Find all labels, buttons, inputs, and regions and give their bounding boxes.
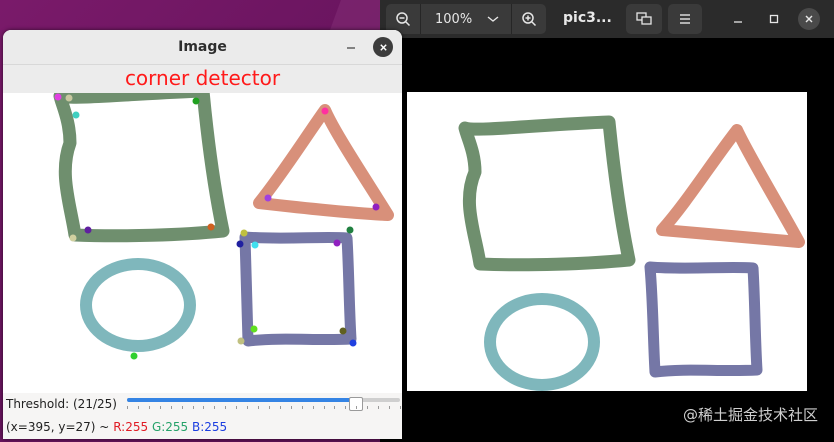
corner-point bbox=[251, 241, 259, 249]
maximize-icon bbox=[769, 14, 779, 24]
zoom-in-button[interactable] bbox=[512, 4, 546, 34]
corner-point bbox=[72, 111, 80, 119]
trackbar-tick bbox=[302, 406, 303, 409]
shapes-drawing bbox=[458, 115, 805, 391]
banner-text: corner detector bbox=[124, 66, 281, 90]
minimize-button[interactable] bbox=[727, 8, 749, 30]
corner-point bbox=[236, 240, 244, 248]
trackbar-tick bbox=[182, 406, 183, 409]
corner-point bbox=[84, 226, 92, 234]
cv-image-area: corner detector bbox=[3, 65, 402, 393]
trackbar-tick bbox=[345, 406, 346, 409]
viewer-headerbar: 100% pic3... bbox=[380, 0, 834, 38]
corner-point bbox=[207, 223, 215, 231]
maximize-button[interactable] bbox=[763, 8, 785, 30]
trackbar-label: Threshold: bbox=[6, 397, 70, 411]
trackbar-tick bbox=[334, 406, 335, 409]
trackbar-tick bbox=[236, 406, 237, 409]
red-value: R:255 bbox=[113, 420, 149, 434]
circle-shape bbox=[484, 293, 600, 391]
corner-point bbox=[339, 327, 347, 335]
corner-point bbox=[264, 194, 272, 202]
trackbar-tick bbox=[149, 406, 150, 409]
corner-point bbox=[240, 229, 248, 237]
zoom-control: 100% bbox=[386, 4, 546, 34]
trackbar-tick bbox=[356, 406, 357, 409]
viewer-image bbox=[407, 92, 807, 391]
cv-banner: corner detector bbox=[3, 65, 402, 93]
trackbar-tick bbox=[291, 406, 292, 409]
minimize-icon bbox=[734, 21, 742, 23]
green-value: G:255 bbox=[151, 420, 189, 434]
rectangle-shape bbox=[644, 261, 763, 378]
blue-value: B:255 bbox=[192, 420, 228, 434]
chevron-down-icon bbox=[487, 16, 499, 22]
corner-point bbox=[321, 107, 329, 115]
corner-point bbox=[333, 239, 341, 247]
annotated-drawing bbox=[53, 93, 394, 360]
threshold-trackbar: Threshold: (21/25) bbox=[3, 393, 402, 415]
trackbar-tick bbox=[389, 406, 390, 409]
trackbar-ticks bbox=[127, 406, 401, 410]
close-icon bbox=[805, 15, 813, 23]
trackbar-fill bbox=[127, 398, 356, 402]
trackbar-tick bbox=[225, 406, 226, 409]
trackbar-tick bbox=[214, 406, 215, 409]
corner-point bbox=[69, 234, 77, 242]
cv-minimize-button[interactable] bbox=[341, 36, 361, 56]
trackbar-value: (21/25) bbox=[73, 397, 117, 411]
overlay-button[interactable] bbox=[626, 4, 662, 34]
trackbar-tick bbox=[247, 406, 248, 409]
square-shape bbox=[53, 93, 230, 243]
minimize-icon bbox=[347, 47, 355, 49]
trackbar-tick bbox=[203, 406, 204, 409]
corner-point bbox=[65, 94, 73, 102]
circle-shape bbox=[80, 258, 196, 352]
corner-point bbox=[346, 226, 354, 234]
overlay-icon bbox=[636, 12, 652, 25]
hamburger-menu-icon bbox=[680, 14, 690, 24]
rectangle-shape bbox=[239, 231, 357, 347]
trackbar-tick bbox=[258, 406, 259, 409]
watermark: @稀土掘金技术社区 bbox=[682, 406, 818, 424]
corner-point bbox=[237, 337, 245, 345]
trackbar-tick bbox=[269, 406, 270, 409]
trackbar-tick bbox=[160, 406, 161, 409]
trackbar-tick bbox=[280, 406, 281, 409]
status-bar: (x=395, y=27) ~ R:255 G:255 B:255 bbox=[3, 417, 402, 439]
corner-point bbox=[372, 203, 380, 211]
trackbar-tick bbox=[367, 406, 368, 409]
cursor-coords: (x=395, y=27) ~ bbox=[6, 420, 110, 434]
trackbar-tick bbox=[313, 406, 314, 409]
cv-titlebar: Image bbox=[3, 30, 402, 65]
triangle-shape bbox=[656, 124, 805, 248]
corner-point bbox=[250, 325, 258, 333]
trackbar-tick bbox=[138, 406, 139, 409]
trackbar-tick bbox=[400, 406, 401, 409]
square-shape bbox=[458, 115, 636, 272]
close-icon bbox=[379, 43, 387, 51]
viewer-title: pic3... bbox=[563, 10, 612, 26]
corner-point bbox=[130, 352, 138, 360]
menu-button[interactable] bbox=[668, 4, 702, 34]
corner-point bbox=[192, 97, 200, 105]
close-button[interactable] bbox=[798, 8, 820, 30]
trackbar-tick bbox=[193, 406, 194, 409]
trackbar-tick bbox=[171, 406, 172, 409]
trackbar-tick bbox=[324, 406, 325, 409]
cv-close-button[interactable] bbox=[373, 37, 393, 57]
image-viewer-window: 100% pic3... @稀土掘金技术社区 bbox=[380, 0, 834, 442]
zoom-out-icon bbox=[396, 12, 411, 27]
trackbar-tick bbox=[378, 406, 379, 409]
opencv-image-window: Image corner detector Threshold: (21/25)… bbox=[3, 30, 402, 439]
zoom-level-dropdown[interactable]: 100% bbox=[421, 4, 511, 34]
corner-point bbox=[349, 339, 357, 347]
trackbar-tick bbox=[127, 406, 128, 409]
zoom-level-text: 100% bbox=[435, 11, 473, 27]
trackbar-slider[interactable] bbox=[127, 397, 400, 411]
zoom-in-icon bbox=[522, 12, 537, 27]
corner-point bbox=[54, 93, 62, 101]
triangle-shape bbox=[253, 104, 394, 221]
